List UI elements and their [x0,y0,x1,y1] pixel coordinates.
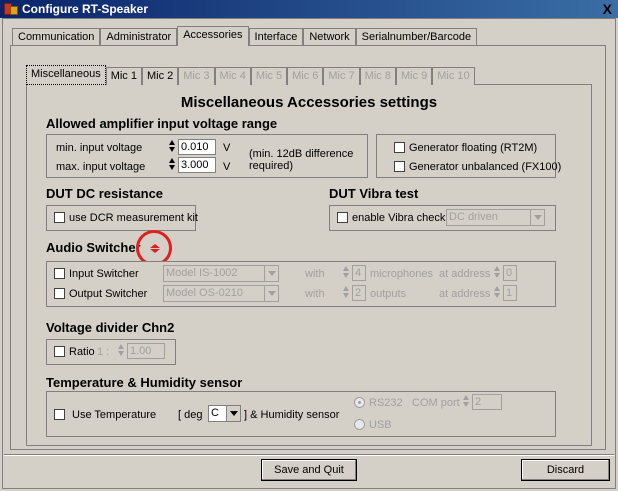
dcr-label: use DCR measurement kit [69,212,198,224]
temp-heading: Temperature & Humidity sensor [46,375,243,390]
bottom-separator [4,454,614,456]
vibra-label: enable Vibra check [352,212,446,224]
min-voltage-input[interactable]: 0.010 [178,139,216,155]
humidity-label: ] & Humidity sensor [244,409,340,421]
tab-network[interactable]: Network [303,28,356,46]
ratio-checkbox[interactable] [54,346,65,357]
swap-arrows-icon [150,244,160,254]
output-model-chevron-down-icon [264,286,278,301]
max-voltage-spinner[interactable] [169,157,176,173]
com-port-input[interactable]: 2 [472,394,502,410]
usb-radio[interactable] [354,419,365,430]
divider-heading: Voltage divider Chn2 [46,320,175,335]
title-bar: Configure RT-Speaker X [0,0,618,18]
com-port-spinner[interactable] [463,394,470,410]
amp-note-line1: (min. 12dB difference [249,148,354,160]
output-switcher-model-select[interactable]: Model OS-0210 [163,285,279,302]
discard-button[interactable]: Discard [521,459,610,481]
output-count-input[interactable]: 2 [352,285,366,301]
subtab-mic-3[interactable]: Mic 3 [178,67,215,85]
input-model-chevron-down-icon [264,266,278,281]
output-address-input[interactable]: 1 [503,285,517,301]
min-voltage-label: min. input voltage [56,142,143,154]
output-switcher-checkbox[interactable] [54,288,65,299]
usb-label: USB [369,419,392,431]
window-title: Configure RT-Speaker [22,2,149,16]
subtab-mic-8[interactable]: Mic 8 [359,67,396,85]
tab-administrator[interactable]: Administrator [100,28,178,46]
output-count-spinner[interactable] [343,285,350,301]
rs232-label: RS232 [369,397,403,409]
vibra-checkbox[interactable] [337,212,348,223]
ratio-prefix: 1 : [97,346,110,358]
vibra-mode-select[interactable]: DC driven [446,209,545,226]
generator-unbalanced-label: Generator unbalanced (FX100) [409,161,562,173]
subtab-mic-7[interactable]: Mic 7 [323,67,360,85]
dcr-heading: DUT DC resistance [46,186,164,201]
input-switcher-checkbox[interactable] [54,268,65,279]
com-port-label: COM port [412,397,460,409]
accessory-subtabs: Miscellaneous Mic 1 Mic 2 Mic 3 Mic 4 Mi… [26,65,475,85]
mic-count-unit: microphones [370,268,433,280]
subtab-miscellaneous[interactable]: Miscellaneous [26,65,106,85]
subtab-mic-5[interactable]: Mic 5 [250,67,288,85]
mic-count-input[interactable]: 4 [352,265,366,281]
tab-communication[interactable]: Communication [12,28,101,46]
use-temperature-label: Use Temperature [72,409,157,421]
input-address-input[interactable]: 0 [503,265,517,281]
min-voltage-unit: V [223,142,231,154]
vibra-heading: DUT Vibra test [329,186,419,201]
input-with-label: with [305,268,325,280]
close-button[interactable]: X [603,1,612,17]
tab-interface[interactable]: Interface [248,28,304,46]
audio-heading: Audio Switcher [46,240,141,255]
input-address-spinner[interactable] [494,265,501,281]
amp-note-line2: required) [249,160,294,172]
deg-label: [ deg [178,409,203,421]
temp-unit-value: C [211,407,219,419]
subtab-mic-1[interactable]: Mic 1 [105,67,142,85]
vibra-mode-value: DC driven [449,211,498,223]
tab-accessories[interactable]: Accessories [177,26,249,46]
ratio-label: Ratio [69,346,95,358]
subtab-mic-2[interactable]: Mic 2 [141,67,179,85]
output-switcher-label: Output Switcher [69,288,148,300]
temp-unit-chevron-down-icon [226,406,240,421]
input-switcher-label: Input Switcher [69,268,139,280]
temp-unit-select[interactable]: C [208,405,241,422]
subtab-mic-4[interactable]: Mic 4 [214,67,251,85]
subtab-mic-6[interactable]: Mic 6 [287,67,324,85]
main-tabs: Communication Administrator Accessories … [12,26,478,46]
vibra-chevron-down-icon [530,210,544,225]
rs232-radio[interactable] [354,397,365,408]
ratio-input[interactable]: 1.00 [127,343,165,359]
output-with-label: with [305,288,325,300]
generator-floating-label: Generator floating (RT2M) [409,142,538,154]
save-and-quit-button[interactable]: Save and Quit [261,459,357,481]
input-address-label: at address [439,268,491,280]
app-icon [4,2,18,16]
subtab-mic-10[interactable]: Mic 10 [432,67,475,85]
max-voltage-unit: V [223,161,231,173]
panel-title: Miscellaneous Accessories settings [180,94,438,111]
generator-unbalanced-checkbox[interactable] [394,161,405,172]
dcr-checkbox[interactable] [54,212,65,223]
mic-count-spinner[interactable] [343,265,350,281]
max-voltage-label: max. input voltage [56,161,146,173]
max-voltage-input[interactable]: 3.000 [178,157,216,173]
generator-floating-checkbox[interactable] [394,142,405,153]
subtab-mic-9[interactable]: Mic 9 [395,67,433,85]
min-voltage-spinner[interactable] [169,139,176,155]
input-switcher-model-value: Model IS-1002 [166,267,238,279]
output-address-label: at address [439,288,491,300]
use-temperature-checkbox[interactable] [54,409,65,420]
ratio-spinner[interactable] [118,343,125,359]
output-count-unit: outputs [370,288,407,300]
output-switcher-model-value: Model OS-0210 [166,287,244,299]
amp-heading: Allowed amplifier input voltage range [46,116,278,131]
input-switcher-model-select[interactable]: Model IS-1002 [163,265,279,282]
tab-serialnumber-barcode[interactable]: Serialnumber/Barcode [355,28,478,46]
output-address-spinner[interactable] [494,285,501,301]
